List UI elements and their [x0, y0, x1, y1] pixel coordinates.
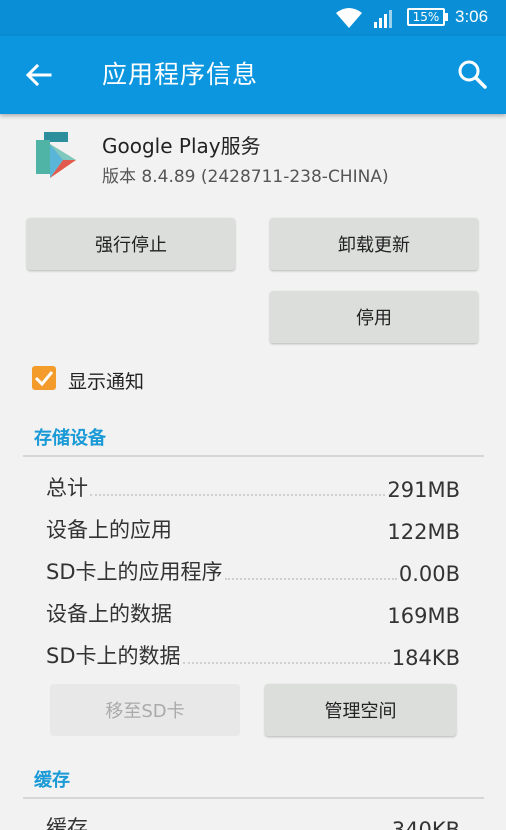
status-bar: 15% 3:06	[0, 0, 506, 36]
show-notifications-checkbox[interactable]	[32, 366, 56, 390]
storage-row-data-on-device: 设备上的数据 169MB	[46, 592, 460, 628]
move-to-sd-button[interactable]: 移至SD卡	[50, 684, 240, 736]
row-value: 169MB	[387, 604, 460, 628]
page-title: 应用程序信息	[102, 60, 259, 89]
storage-section-header: 存储设备	[34, 428, 106, 449]
search-icon[interactable]	[456, 58, 488, 90]
divider	[23, 797, 484, 799]
row-label: SD卡上的应用程序	[46, 560, 223, 584]
clock: 3:06	[455, 7, 489, 26]
uninstall-updates-button[interactable]: 卸载更新	[270, 218, 478, 270]
row-label: 缓存	[46, 816, 88, 830]
storage-row-total: 总计 291MB	[46, 466, 460, 502]
row-label: 总计	[46, 476, 88, 500]
row-label: 设备上的数据	[46, 602, 172, 626]
disable-button[interactable]: 停用	[270, 291, 478, 343]
dotted-leader	[182, 662, 390, 664]
cache-row: 缓存 340KB	[46, 806, 460, 830]
dotted-leader	[90, 494, 386, 496]
signal-icon	[374, 10, 392, 28]
row-value: 0.00B	[398, 562, 460, 586]
wifi-icon	[336, 8, 362, 28]
checkmark-icon	[34, 371, 54, 387]
row-label: SD卡上的数据	[46, 644, 181, 668]
manage-space-button[interactable]: 管理空间	[265, 684, 456, 736]
divider	[23, 455, 484, 457]
battery-indicator: 15%	[407, 8, 445, 26]
row-value: 122MB	[387, 520, 460, 544]
row-value: 184KB	[391, 646, 460, 670]
force-stop-button[interactable]: 强行停止	[27, 218, 235, 270]
dotted-leader	[224, 578, 397, 580]
app-version: 版本 8.4.89 (2428711-238-CHINA)	[102, 167, 389, 187]
row-value: 291MB	[387, 478, 460, 502]
app-name: Google Play服务	[102, 134, 261, 158]
show-notifications-label: 显示通知	[68, 371, 145, 393]
row-label: 设备上的应用	[46, 518, 172, 542]
cache-section-header: 缓存	[34, 770, 70, 791]
back-arrow-icon[interactable]	[24, 60, 54, 90]
storage-row-app-on-device: 设备上的应用 122MB	[46, 508, 460, 544]
row-value: 340KB	[391, 818, 460, 830]
app-bar: 应用程序信息	[0, 36, 506, 114]
storage-row-data-on-sd: SD卡上的数据 184KB	[46, 634, 460, 670]
battery-icon	[445, 13, 448, 21]
google-play-services-icon	[36, 132, 76, 178]
storage-row-app-on-sd: SD卡上的应用程序 0.00B	[46, 550, 460, 586]
